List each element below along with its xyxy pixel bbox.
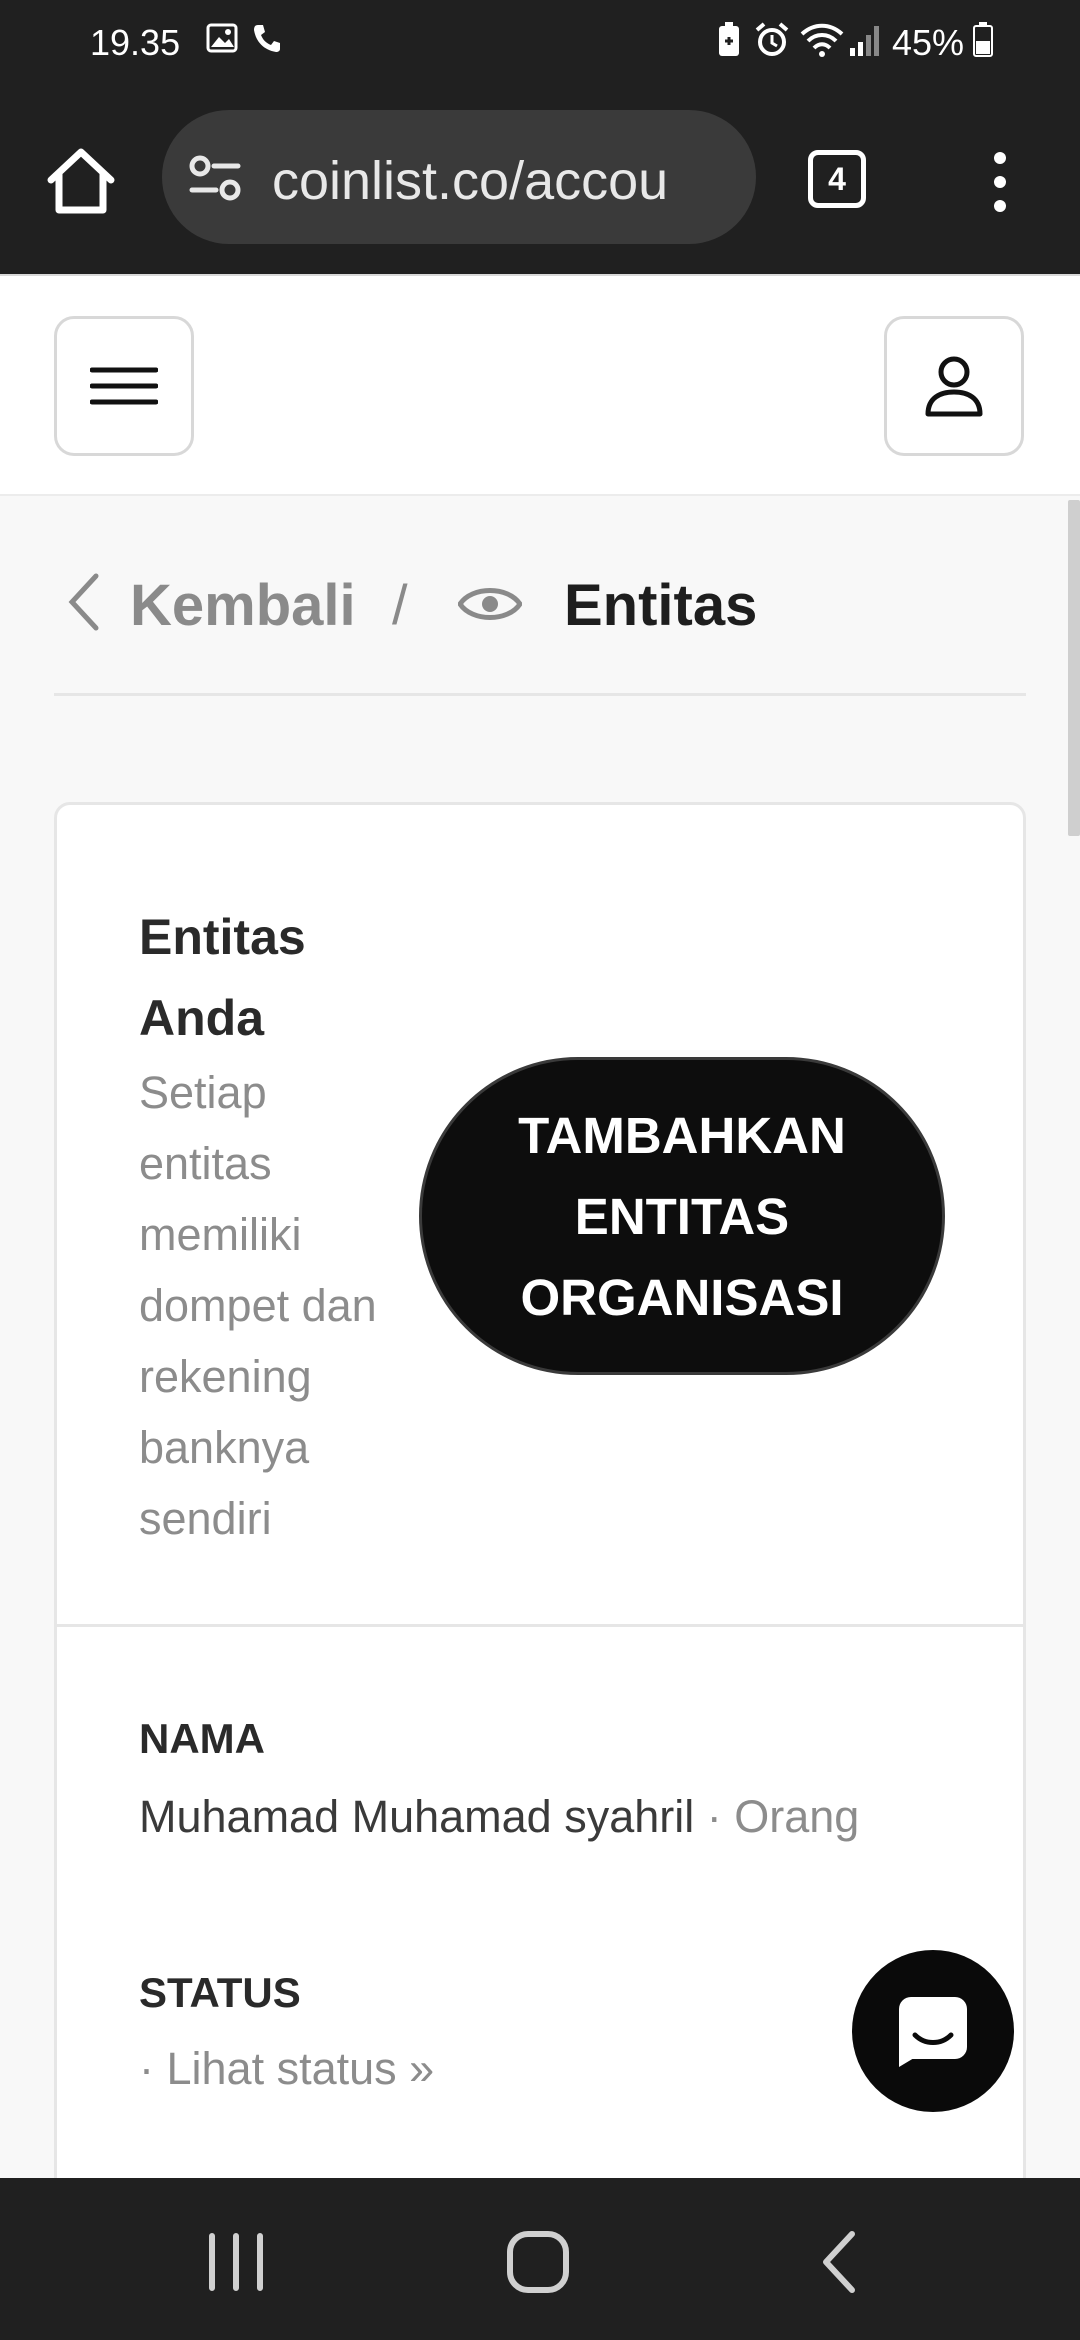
name-dot: · — [694, 1791, 735, 1842]
chat-icon — [899, 1997, 967, 2067]
status-label: STATUS — [139, 1969, 301, 2016]
wifi-icon — [800, 23, 844, 57]
add-organization-entity-button[interactable]: TAMBAHKAN ENTITAS ORGANISASI — [419, 1057, 945, 1375]
battery-percent: 45% — [892, 22, 965, 63]
name-value: Muhamad Muhamad syahril · Orang — [139, 1791, 859, 1843]
battery-saver-icon — [719, 22, 739, 56]
more-options-icon[interactable] — [982, 150, 1018, 214]
card-title: Entitas Anda — [139, 909, 306, 1046]
card-description: Setiap entitas memiliki dompet dan reken… — [139, 1067, 377, 1544]
home-icon[interactable] — [44, 144, 118, 218]
entity-type: Orang — [734, 1791, 860, 1842]
entities-card: Entitas Anda Setiap entitas memiliki dom… — [54, 802, 1026, 2340]
home-nav-icon[interactable] — [498, 2222, 578, 2302]
gallery-notification-icon — [206, 23, 238, 53]
hamburger-icon — [90, 367, 158, 405]
eye-icon — [458, 588, 522, 620]
entities-card-header: Entitas Anda Setiap entitas memiliki dom… — [57, 805, 1023, 1627]
alarm-icon — [755, 22, 789, 56]
breadcrumb: Kembali / Entitas — [54, 556, 1026, 696]
chevron-left-icon[interactable] — [64, 572, 104, 632]
system-navigation-bar — [0, 2178, 1080, 2340]
browser-toolbar: coinlist.co/accou 4 — [0, 84, 1080, 274]
back-link[interactable]: Kembali — [130, 572, 356, 639]
back-nav-icon[interactable] — [800, 2222, 880, 2302]
address-bar[interactable]: coinlist.co/accou — [162, 110, 756, 244]
recent-apps-icon[interactable] — [196, 2222, 276, 2302]
url-text[interactable]: coinlist.co/accou — [272, 150, 668, 212]
status-time: 19.35 — [90, 22, 181, 63]
page-scrollbar[interactable] — [1068, 500, 1080, 836]
menu-button[interactable] — [54, 316, 194, 456]
breadcrumb-separator: / — [392, 573, 408, 636]
battery-icon — [973, 22, 993, 57]
view-status-link[interactable]: · Lihat status » — [139, 2043, 434, 2095]
tab-switcher-button[interactable]: 4 — [808, 150, 866, 208]
status-bar: 19.35 45% — [0, 0, 1080, 84]
entity-name: Muhamad Muhamad syahril — [139, 1791, 695, 1842]
site-settings-icon[interactable] — [188, 154, 242, 202]
signal-icon — [850, 26, 879, 56]
phone-notification-icon — [254, 25, 280, 52]
name-label: NAMA — [139, 1715, 265, 1762]
site-header — [0, 274, 1080, 496]
account-button[interactable] — [884, 316, 1024, 456]
user-icon — [925, 356, 983, 417]
chat-button[interactable] — [852, 1950, 1014, 2112]
breadcrumb-current: Entitas — [564, 573, 758, 638]
